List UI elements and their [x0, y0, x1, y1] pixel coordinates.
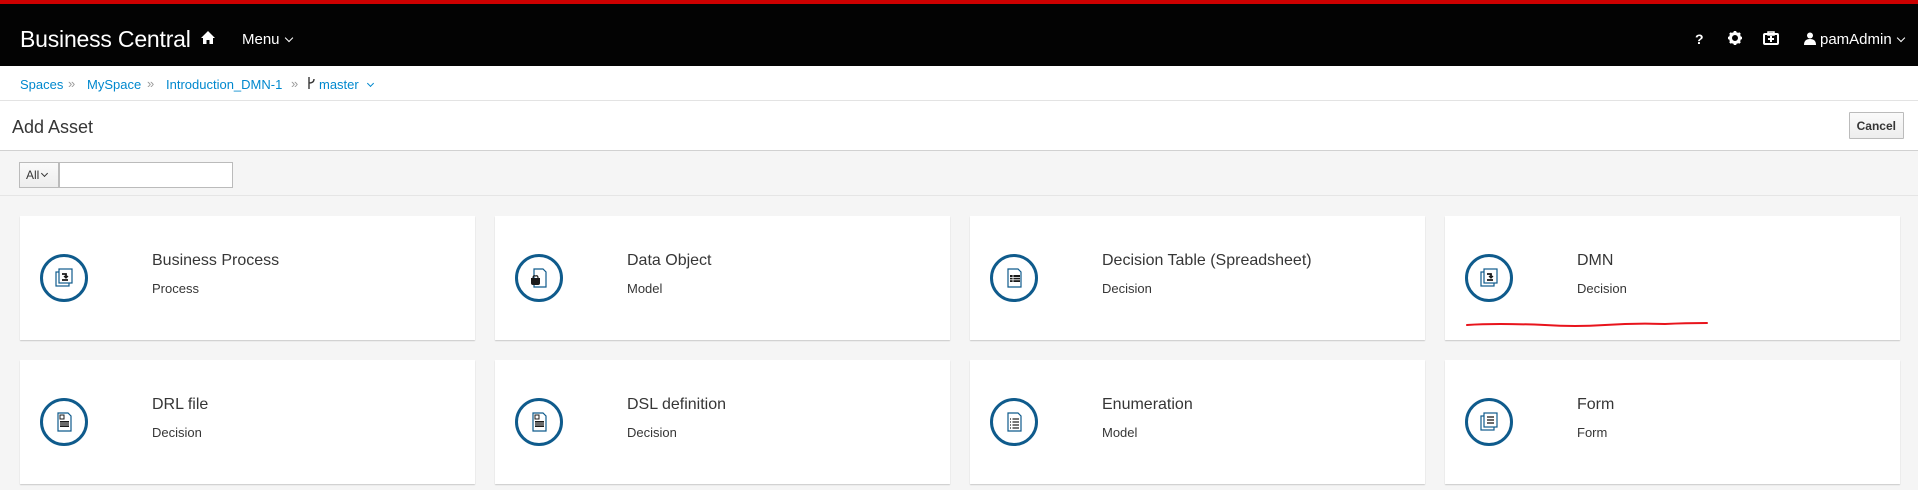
asset-card-dsl-definition[interactable]: DSL definition Decision [495, 360, 950, 484]
asset-card-decision-table[interactable]: Decision Table (Spreadsheet) Decision [970, 216, 1425, 340]
dsl-definition-icon [515, 398, 563, 446]
asset-card-title: DMN [1577, 252, 1614, 269]
data-object-icon [515, 254, 563, 302]
asset-card-title: DSL definition [627, 396, 727, 413]
breadcrumb-myspace[interactable]: MySpace [87, 77, 141, 92]
branch-label: master [319, 77, 359, 92]
chevron-down-icon [1896, 33, 1905, 43]
chevron-down-icon [41, 169, 49, 178]
page-header: Add Asset Cancel [0, 101, 1918, 151]
search-input[interactable] [59, 162, 233, 188]
asset-card-subtitle: Model [1102, 425, 1138, 440]
page-title: Add Asset [12, 117, 94, 137]
breadcrumb: Spaces » MySpace » Introduction_DMN-1 » … [0, 66, 1918, 101]
home-icon[interactable] [200, 30, 222, 52]
medkit-icon[interactable] [1763, 30, 1779, 49]
asset-card-title: Enumeration [1102, 396, 1193, 413]
chevron-down-icon [367, 79, 375, 88]
user-name: pamAdmin [1820, 31, 1892, 48]
red-underline-annotation [1466, 322, 1708, 327]
asset-card-subtitle: Decision [1577, 281, 1627, 296]
asset-card-drl-file[interactable]: DRL file Decision [20, 360, 475, 484]
asset-card-title: Business Process [152, 252, 280, 269]
breadcrumb-separator: » [291, 76, 299, 91]
breadcrumb-separator: » [68, 76, 76, 91]
category-filter-select[interactable]: All [19, 162, 59, 188]
breadcrumb-separator: » [147, 76, 155, 91]
asset-card-data-object[interactable]: Data Object Model [495, 216, 950, 340]
branch-icon [308, 77, 315, 89]
menu-label: Menu [242, 31, 280, 48]
help-icon[interactable]: ? [1695, 31, 1704, 47]
asset-card-title: Data Object [627, 252, 712, 269]
top-navbar: Business Central Menu ? pamAdmin [0, 0, 1918, 66]
enumeration-icon [990, 398, 1038, 446]
asset-card-title: Decision Table (Spreadsheet) [1102, 252, 1312, 269]
asset-card-title: Form [1577, 396, 1615, 413]
asset-card-subtitle: Decision [627, 425, 677, 440]
user-menu[interactable]: pamAdmin [1804, 31, 1905, 48]
gear-icon[interactable] [1727, 30, 1743, 49]
asset-card-enumeration[interactable]: Enumeration Model [970, 360, 1425, 484]
category-filter-value: All [26, 168, 40, 182]
branch-selector[interactable]: master [307, 77, 375, 92]
user-icon [1804, 32, 1816, 45]
asset-card-subtitle: Decision [152, 425, 202, 440]
asset-card-subtitle: Form [1577, 425, 1608, 440]
asset-card-subtitle: Model [627, 281, 663, 296]
business-process-icon [40, 254, 88, 302]
asset-card-form[interactable]: Form Form [1445, 360, 1900, 484]
menu-dropdown[interactable]: Menu [242, 31, 293, 48]
asset-card-title: DRL file [152, 396, 209, 413]
asset-card-business-process[interactable]: Business Process Process [20, 216, 475, 340]
dmn-icon [1465, 254, 1513, 302]
asset-card-subtitle: Decision [1102, 281, 1152, 296]
filter-bar: All [0, 152, 1918, 196]
drl-file-icon [40, 398, 88, 446]
decision-table-icon [990, 254, 1038, 302]
breadcrumb-spaces[interactable]: Spaces [20, 77, 63, 92]
form-icon [1465, 398, 1513, 446]
breadcrumb-project[interactable]: Introduction_DMN-1 [166, 77, 282, 92]
chevron-down-icon [284, 33, 293, 43]
cancel-button[interactable]: Cancel [1848, 112, 1904, 139]
brand-title[interactable]: Business Central [20, 26, 191, 53]
asset-card-subtitle: Process [152, 281, 199, 296]
